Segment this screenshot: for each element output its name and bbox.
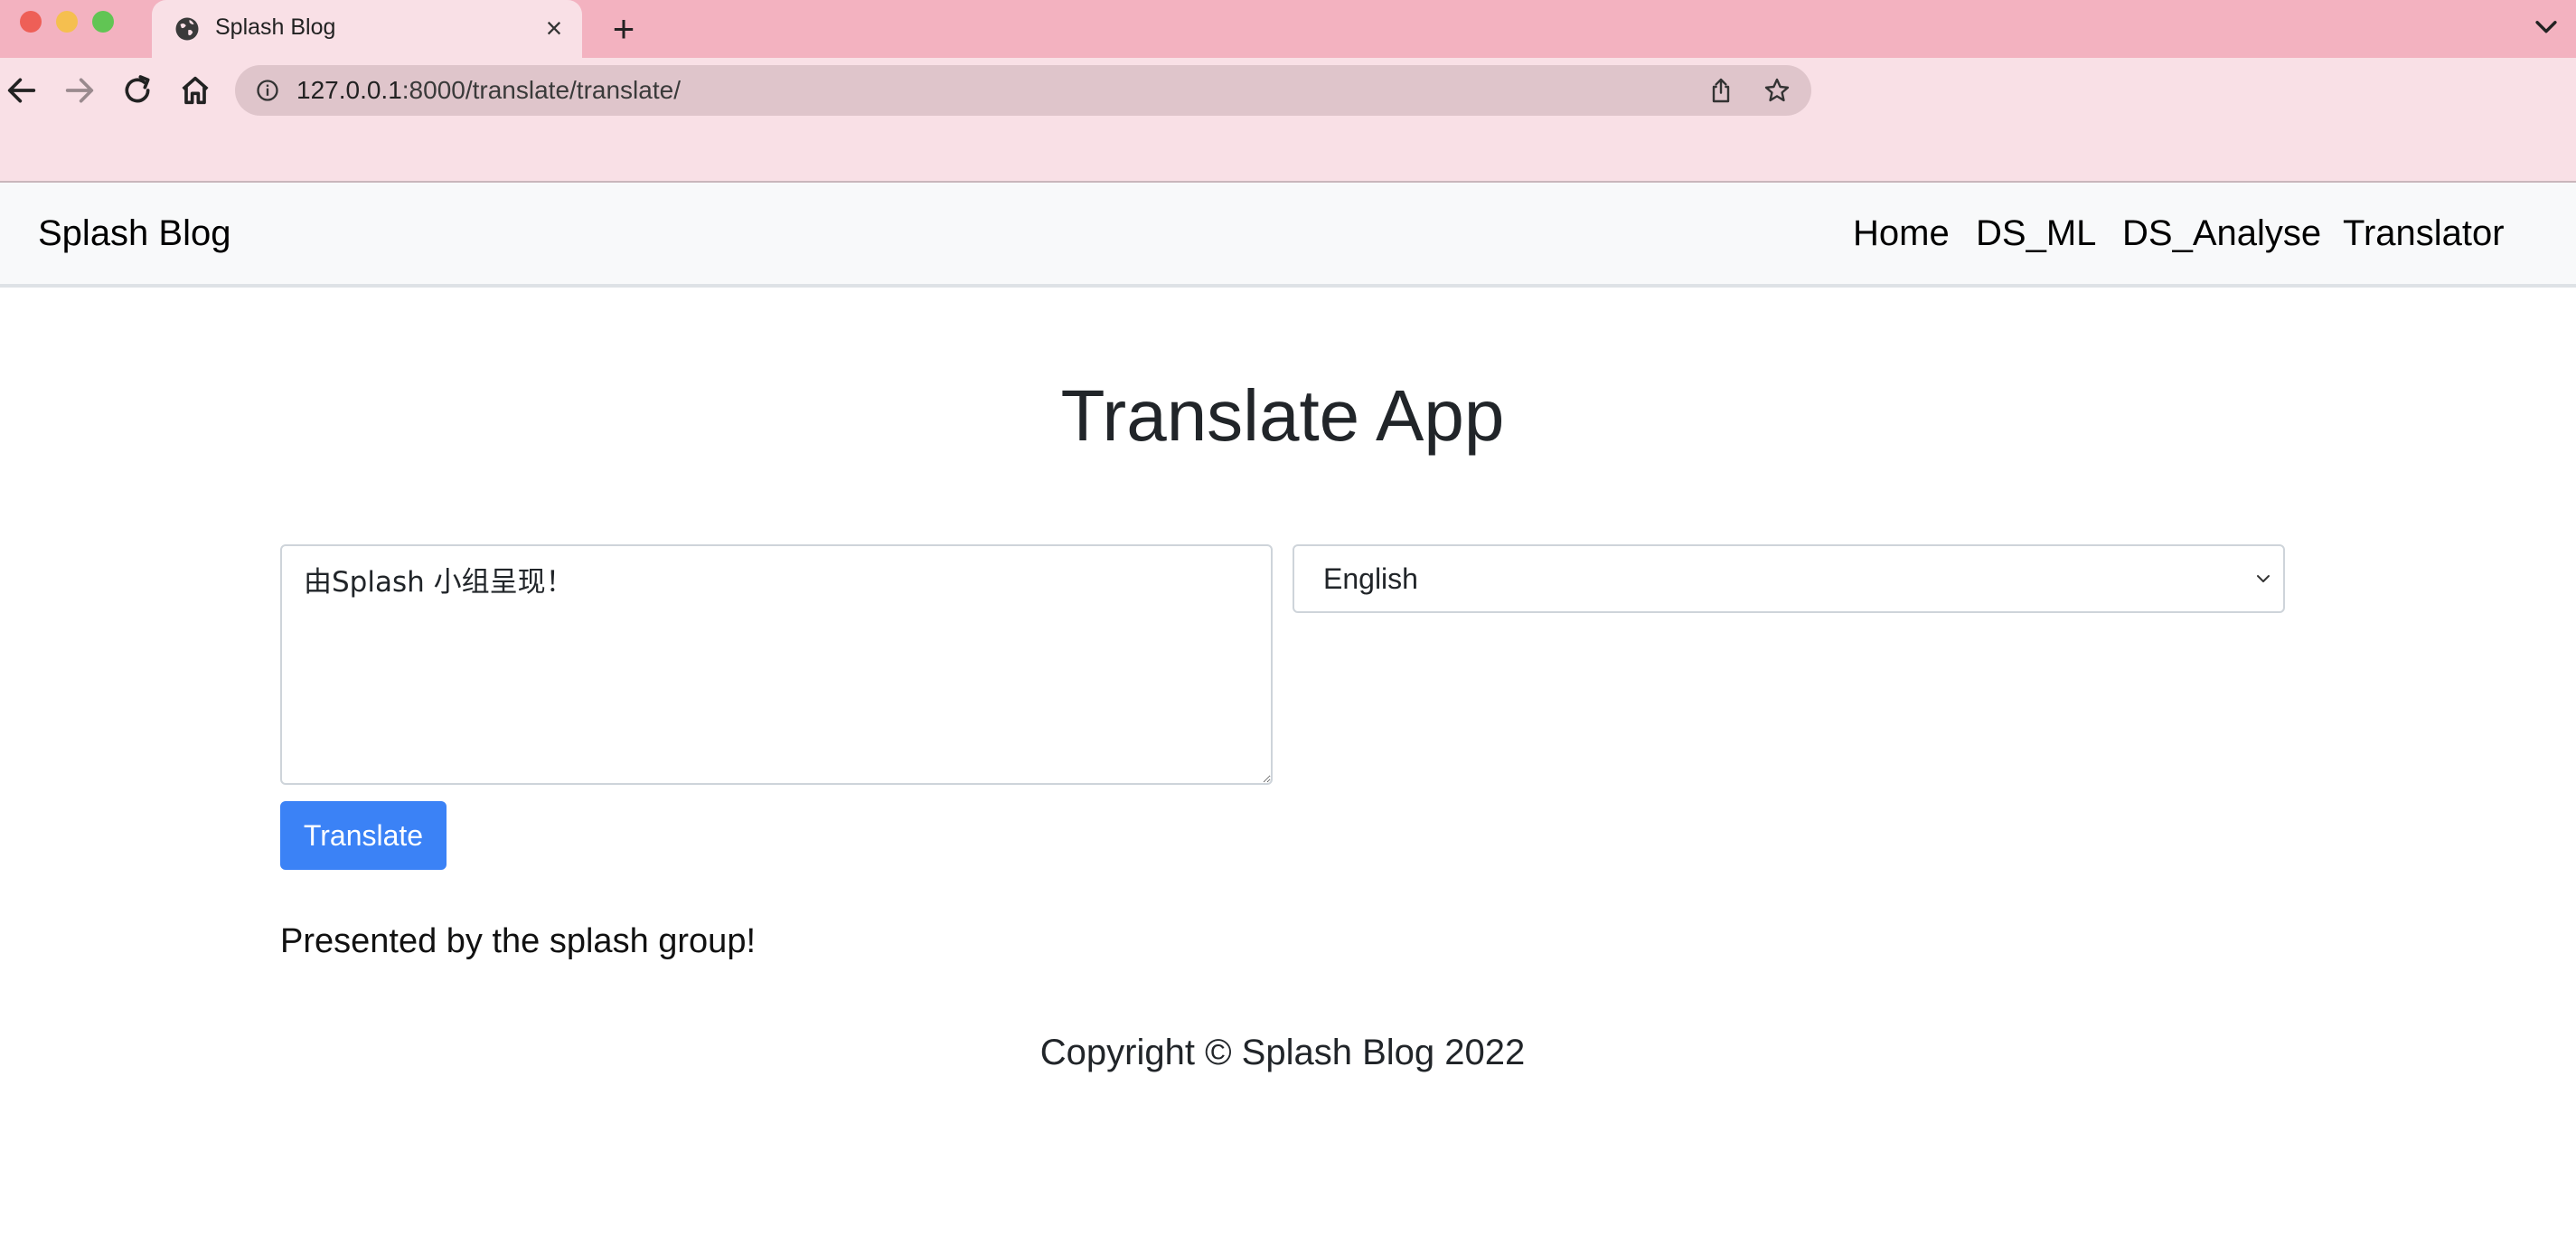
source-text-input[interactable]: 由Splash 小组呈现！ — [280, 544, 1273, 785]
brand-link[interactable]: Splash Blog — [38, 183, 230, 284]
window-maximize-button[interactable] — [92, 11, 114, 33]
url-path: :8000/translate/translate/ — [401, 76, 681, 104]
share-icon[interactable] — [1706, 76, 1735, 105]
copyright-text: Copyright © Splash Blog 2022 — [1039, 1033, 1526, 1072]
translate-button[interactable]: Translate — [280, 801, 447, 870]
address-bar[interactable]: 127.0.0.1:8000/translate/translate/ — [235, 65, 1811, 116]
tab-strip: Splash Blog × + — [0, 0, 2576, 58]
browser-tab[interactable]: Splash Blog × — [152, 0, 582, 58]
nav-link-ds-ml[interactable]: DS_ML — [1976, 183, 2096, 284]
nav-link-translator[interactable]: Translator — [2343, 183, 2505, 284]
url-text: 127.0.0.1:8000/translate/translate/ — [296, 65, 681, 116]
window-close-button[interactable] — [20, 11, 42, 33]
language-select-value: English — [1323, 562, 1418, 595]
star-icon[interactable] — [1763, 76, 1791, 105]
nav-link-home[interactable]: Home — [1853, 183, 1950, 284]
page-title: Translate App — [1060, 375, 1505, 456]
globe-icon — [175, 17, 199, 41]
translation-result: Presented by the splash group! — [280, 922, 757, 960]
url-host: 127.0.0.1 — [296, 76, 402, 104]
reload-icon[interactable] — [119, 72, 155, 109]
forward-icon[interactable] — [61, 72, 98, 109]
site-navbar: Splash Blog Home DS_ML DS_Analyse Transl… — [0, 183, 2576, 288]
tab-title: Splash Blog — [215, 14, 336, 40]
new-tab-button[interactable]: + — [604, 9, 644, 49]
browser-chrome: Splash Blog × + 127.0.0.1:8000/translate… — [0, 0, 2576, 181]
close-tab-icon[interactable]: × — [539, 13, 569, 43]
window-minimize-button[interactable] — [56, 11, 78, 33]
info-icon[interactable] — [255, 78, 280, 103]
home-icon[interactable] — [177, 72, 213, 109]
nav-link-ds-analyse[interactable]: DS_Analyse — [2122, 183, 2321, 284]
chevron-down-icon — [2257, 575, 2270, 582]
back-icon[interactable] — [4, 72, 40, 109]
language-select[interactable]: English — [1293, 544, 2285, 613]
chevron-down-icon[interactable] — [2531, 11, 2562, 42]
